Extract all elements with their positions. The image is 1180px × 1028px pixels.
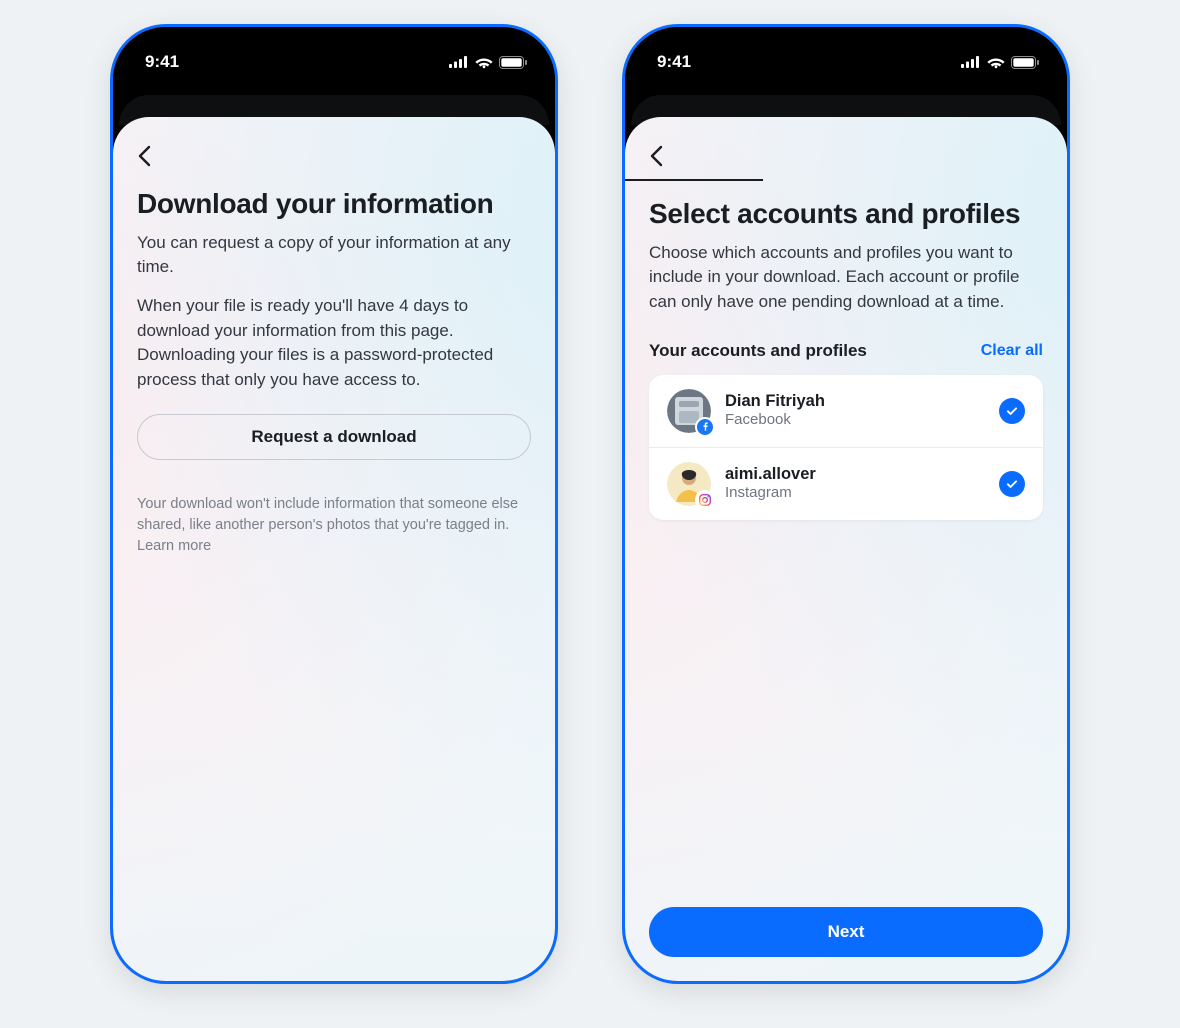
page-title: Select accounts and profiles	[649, 197, 1043, 231]
request-download-label: Request a download	[251, 427, 416, 447]
footnote-text: Your download won't include information …	[137, 494, 531, 557]
battery-icon	[1011, 56, 1039, 69]
account-row-instagram[interactable]: aimi.allover Instagram	[649, 447, 1043, 520]
instagram-badge-icon	[695, 490, 715, 510]
avatar-wrap	[667, 462, 711, 506]
progress-underline	[625, 179, 763, 181]
battery-icon	[499, 56, 527, 69]
clear-all-link[interactable]: Clear all	[981, 342, 1043, 360]
accounts-section-label: Your accounts and profiles	[649, 341, 867, 361]
chevron-left-icon	[137, 145, 151, 167]
account-platform: Instagram	[725, 484, 985, 503]
sheet-download-info: Download your information You can reques…	[113, 117, 555, 981]
phone-select-accounts: 9:41 Select accounts and profiles Choose…	[622, 24, 1070, 984]
status-bar: 9:41	[113, 27, 555, 89]
selected-check-icon[interactable]	[999, 471, 1025, 497]
sheet-select-accounts: Select accounts and profiles Choose whic…	[625, 117, 1067, 981]
accounts-header-row: Your accounts and profiles Clear all	[649, 341, 1043, 361]
cellular-icon	[449, 56, 469, 68]
account-platform: Facebook	[725, 411, 985, 430]
facebook-badge-icon	[695, 417, 715, 437]
account-name: Dian Fitriyah	[725, 391, 985, 412]
avatar-wrap	[667, 389, 711, 433]
chevron-left-icon	[649, 145, 663, 167]
account-text: Dian Fitriyah Facebook	[725, 391, 985, 430]
wifi-icon	[987, 56, 1005, 69]
accounts-card: Dian Fitriyah Facebook	[649, 375, 1043, 520]
page-subtext: You can request a copy of your informati…	[137, 231, 531, 280]
request-download-button[interactable]: Request a download	[137, 414, 531, 460]
back-button[interactable]	[137, 139, 171, 173]
status-icons	[449, 56, 527, 69]
status-icons	[961, 56, 1039, 69]
page-title: Download your information	[137, 187, 531, 221]
next-button-label: Next	[828, 922, 865, 942]
phone-download-info: 9:41 Download your information You can r…	[110, 24, 558, 984]
page-paragraph: When your file is ready you'll have 4 da…	[137, 294, 531, 393]
cellular-icon	[961, 56, 981, 68]
wifi-icon	[475, 56, 493, 69]
selected-check-icon[interactable]	[999, 398, 1025, 424]
account-name: aimi.allover	[725, 464, 985, 485]
next-button[interactable]: Next	[649, 907, 1043, 957]
status-time: 9:41	[657, 52, 691, 72]
status-bar: 9:41	[625, 27, 1067, 89]
back-button[interactable]	[649, 139, 683, 173]
status-time: 9:41	[145, 52, 179, 72]
account-text: aimi.allover Instagram	[725, 464, 985, 503]
page-subtext: Choose which accounts and profiles you w…	[649, 241, 1043, 315]
account-row-facebook[interactable]: Dian Fitriyah Facebook	[649, 375, 1043, 447]
